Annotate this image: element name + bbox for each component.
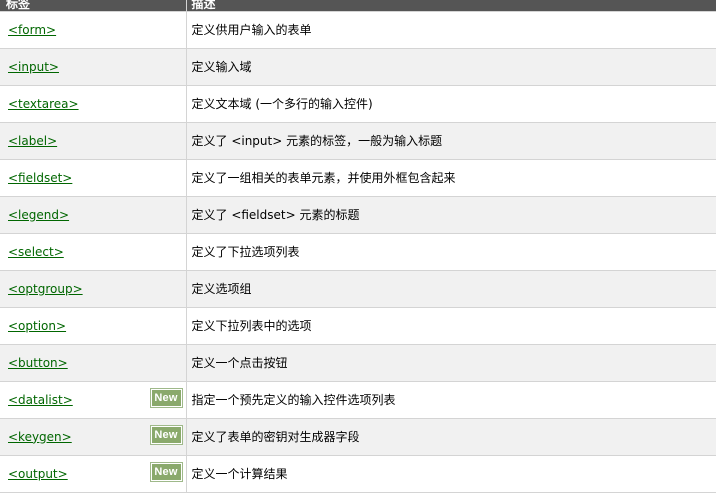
description-cell: 定义了表单的密钥对生成器字段 [185, 417, 716, 456]
tag-link[interactable]: <output> [8, 467, 68, 481]
tag-link[interactable]: <input> [8, 60, 59, 74]
description-text: 定义输入域 [191, 59, 252, 74]
description-text: 定义文本域 (一个多行的输入控件) [191, 96, 373, 111]
tag-cell: <legend> [0, 195, 187, 234]
description-cell: 定义一个计算结果 [185, 454, 716, 493]
description-cell: 定义了一组相关的表单元素，并使用外框包含起来 [185, 158, 716, 197]
table-row: <button> 定义一个点击按钮 [0, 343, 716, 382]
description-text: 定义了表单的密钥对生成器字段 [191, 429, 360, 444]
description-text: 定义下拉列表中的选项 [191, 318, 312, 333]
description-cell: 定义了 <fieldset> 元素的标题 [185, 195, 716, 234]
tag-link[interactable]: <textarea> [8, 97, 79, 111]
tag-link[interactable]: <label> [8, 134, 57, 148]
description-cell: 定义下拉列表中的选项 [185, 306, 716, 345]
description-text: 定义了 <input> 元素的标签，一般为输入标题 [191, 133, 443, 148]
table-row: <label> 定义了 <input> 元素的标签，一般为输入标题 [0, 121, 716, 160]
description-cell: 指定一个预先定义的输入控件选项列表 [185, 380, 716, 419]
tag-link[interactable]: <option> [8, 319, 66, 333]
tag-link[interactable]: <fieldset> [8, 171, 72, 185]
description-text: 定义了一组相关的表单元素，并使用外框包含起来 [191, 170, 456, 185]
description-cell: 定义输入域 [185, 47, 716, 86]
table-row: <legend> 定义了 <fieldset> 元素的标题 [0, 195, 716, 234]
tag-cell: <fieldset> [0, 158, 187, 197]
tag-link[interactable]: <keygen> [8, 430, 72, 444]
tag-link[interactable]: <optgroup> [8, 282, 83, 296]
new-badge: New [149, 424, 183, 445]
new-badge: New [149, 387, 183, 408]
tag-cell: <label> [0, 121, 187, 160]
tag-cell: <option> [0, 306, 187, 345]
table-row: <datalist> New 指定一个预先定义的输入控件选项列表 [0, 380, 716, 419]
tag-cell: <keygen> New [0, 417, 187, 456]
tag-cell: <form> [0, 10, 187, 49]
description-text: 定义了下拉选项列表 [191, 244, 300, 259]
tag-cell: <input> [0, 47, 187, 86]
tag-link[interactable]: <select> [8, 245, 64, 259]
description-text: 定义一个计算结果 [191, 466, 288, 481]
table-row: <output> New 定义一个计算结果 [0, 454, 716, 493]
description-text: 定义选项组 [191, 281, 252, 296]
tag-cell: <optgroup> [0, 269, 187, 308]
description-cell: 定义文本域 (一个多行的输入控件) [185, 84, 716, 123]
description-text: 定义供用户输入的表单 [191, 22, 312, 37]
tag-cell: <output> New [0, 454, 187, 493]
description-cell: 定义供用户输入的表单 [185, 10, 716, 49]
table-row: <option> 定义下拉列表中的选项 [0, 306, 716, 345]
table-row: <select> 定义了下拉选项列表 [0, 232, 716, 271]
new-badge: New [149, 461, 183, 482]
table-body: <form> 定义供用户输入的表单 <input> 定义输入域 <textarea> 定义… [0, 10, 716, 493]
tag-link[interactable]: <datalist> [8, 393, 73, 407]
description-cell: 定义了下拉选项列表 [185, 232, 716, 271]
description-text: 定义一个点击按钮 [191, 355, 288, 370]
tag-link[interactable]: <button> [8, 356, 68, 370]
tag-cell: <datalist> New [0, 380, 187, 419]
tag-cell: <button> [0, 343, 187, 382]
description-cell: 定义选项组 [185, 269, 716, 308]
column-header-description: 描述 [186, 0, 716, 11]
table-row: <form> 定义供用户输入的表单 [0, 10, 716, 49]
table-row: <keygen> New 定义了表单的密钥对生成器字段 [0, 417, 716, 456]
form-tags-table: 标签 描述 <form> 定义供用户输入的表单 <input> 定义输入域 <texta… [0, 0, 716, 493]
description-text: 定义了 <fieldset> 元素的标题 [191, 207, 360, 222]
tag-cell: <select> [0, 232, 187, 271]
tag-link[interactable]: <form> [8, 23, 56, 37]
description-text: 指定一个预先定义的输入控件选项列表 [191, 392, 396, 407]
table-row: <fieldset> 定义了一组相关的表单元素，并使用外框包含起来 [0, 158, 716, 197]
table-row: <input> 定义输入域 [0, 47, 716, 86]
description-cell: 定义了 <input> 元素的标签，一般为输入标题 [185, 121, 716, 160]
table-header-row: 标签 描述 [0, 0, 716, 11]
tag-cell: <textarea> [0, 84, 187, 123]
description-cell: 定义一个点击按钮 [185, 343, 716, 382]
table-row: <textarea> 定义文本域 (一个多行的输入控件) [0, 84, 716, 123]
column-header-tag: 标签 [0, 0, 187, 11]
table-row: <optgroup> 定义选项组 [0, 269, 716, 308]
tag-link[interactable]: <legend> [8, 208, 69, 222]
